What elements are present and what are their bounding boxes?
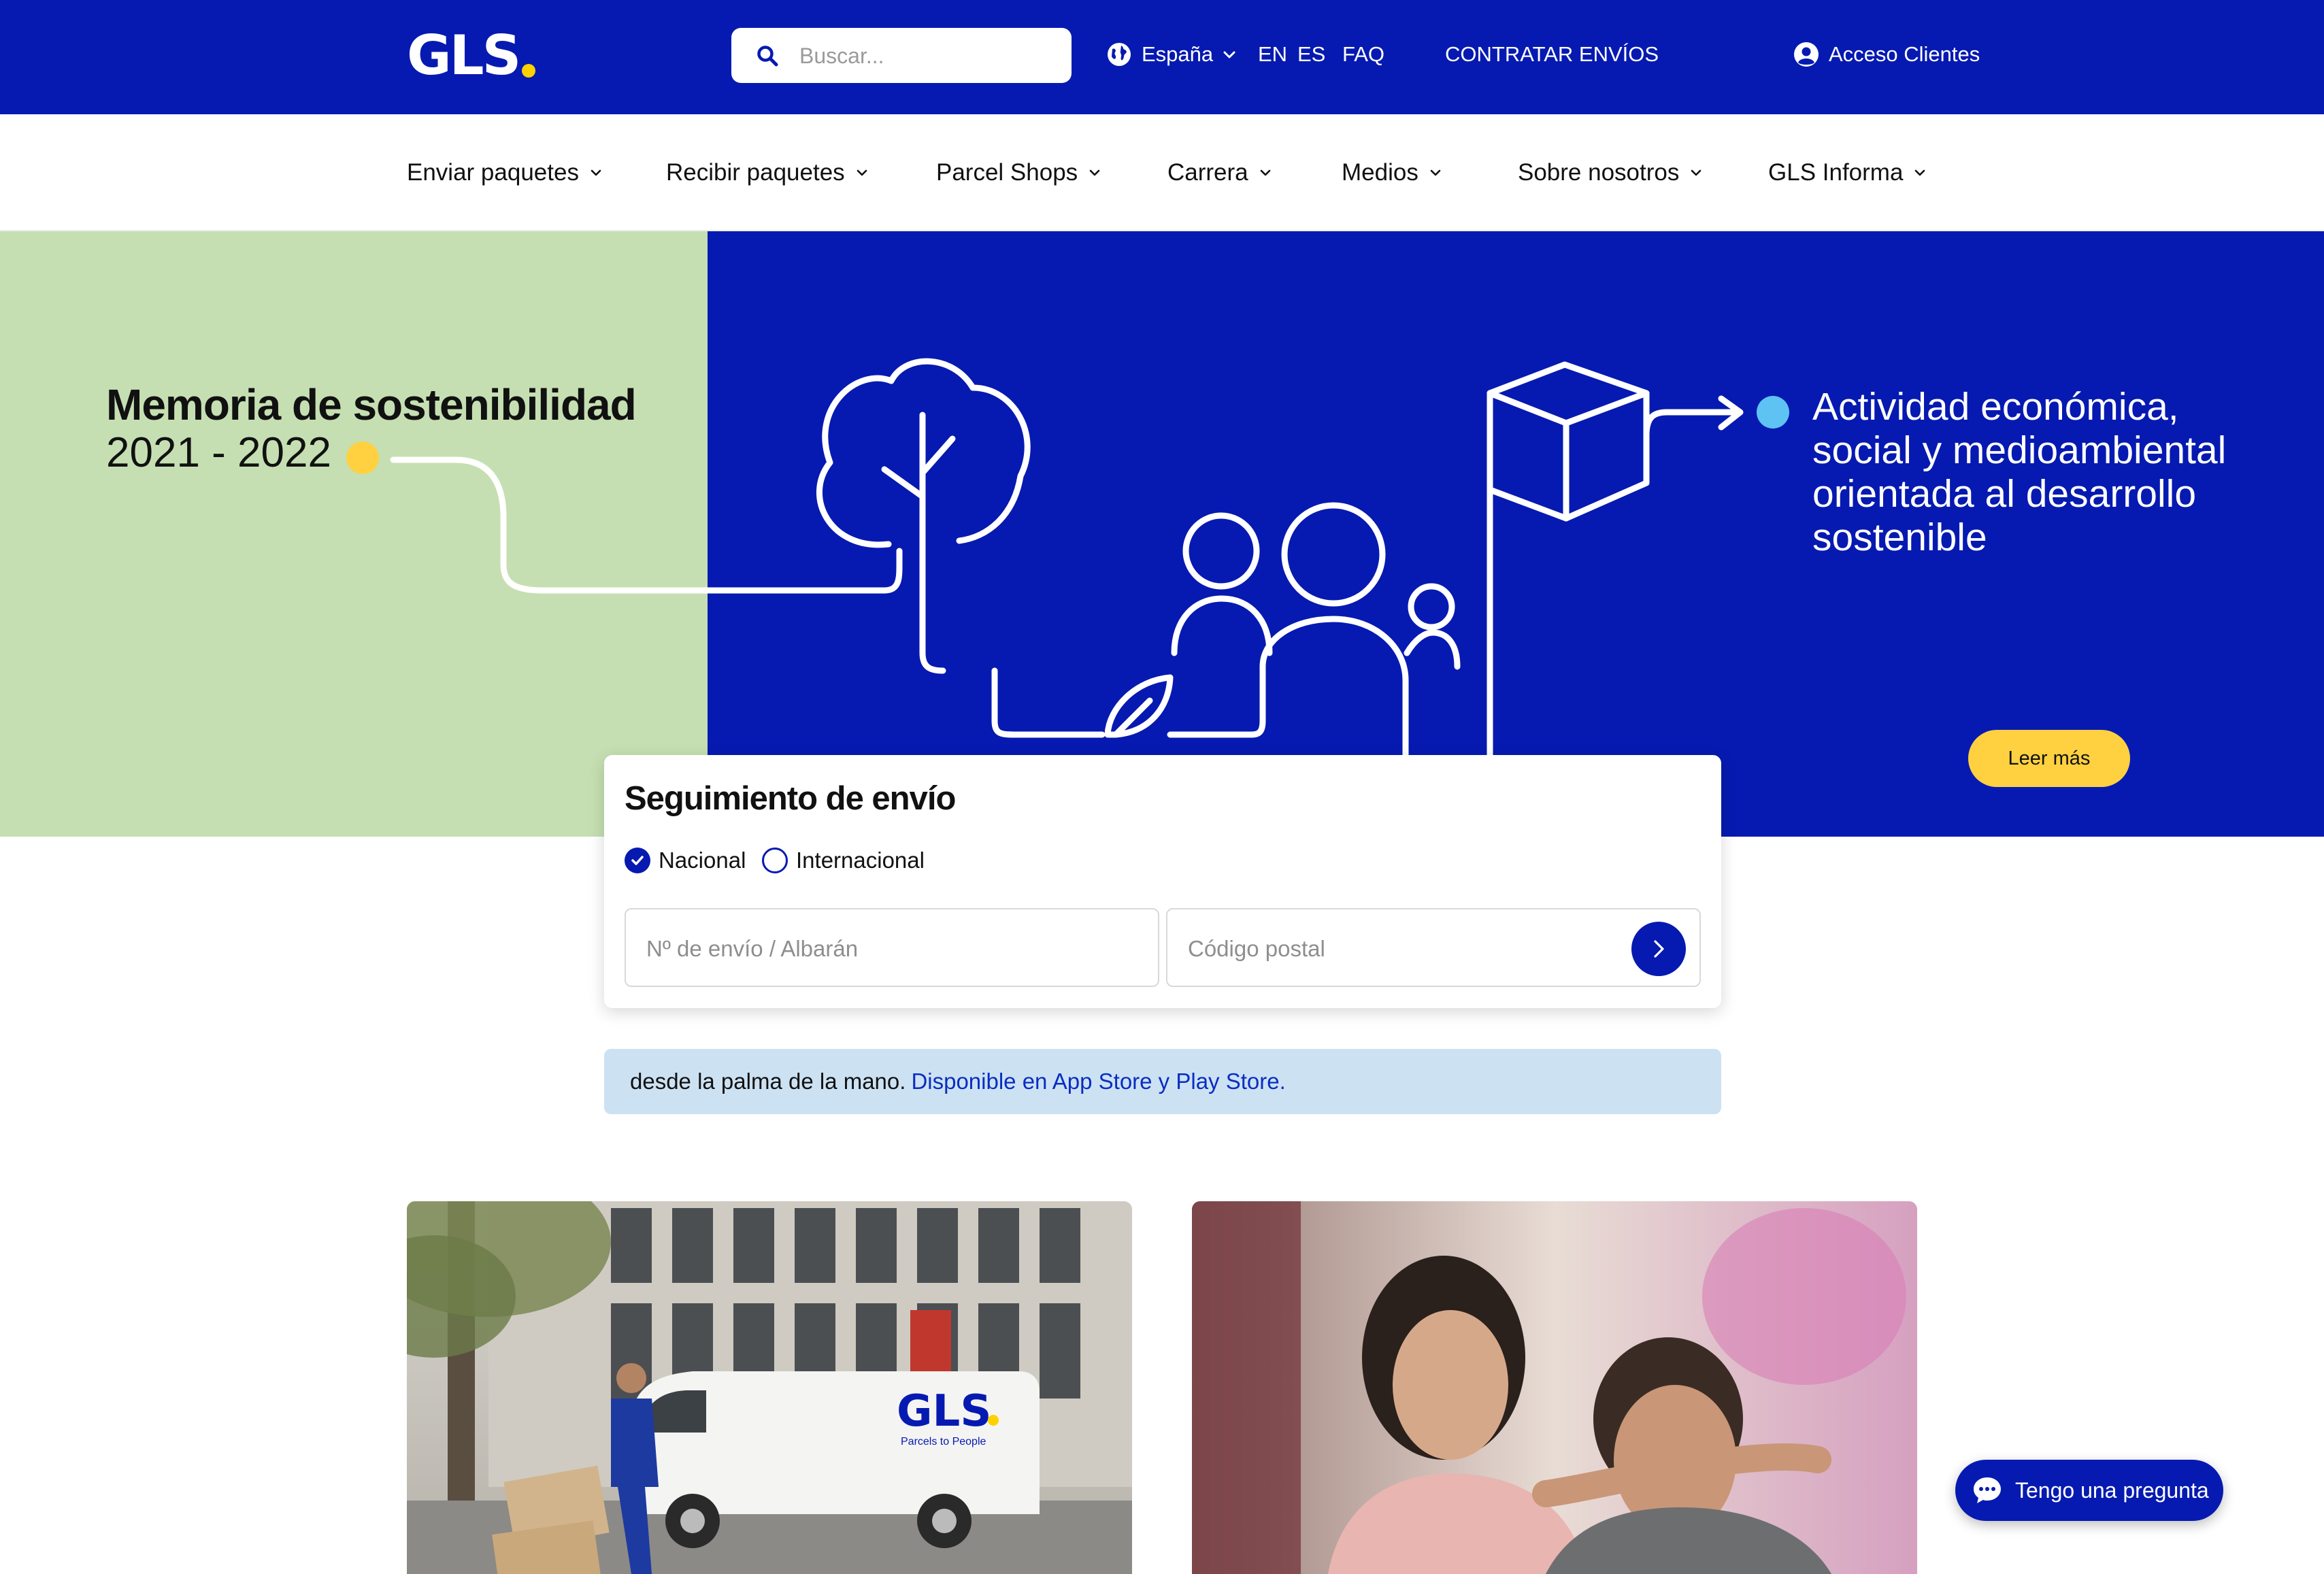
nav-medios[interactable]: Medios xyxy=(1342,154,1443,192)
leer-mas-button[interactable]: Leer más xyxy=(1968,730,2130,787)
nav-label: Recibir paquetes xyxy=(666,159,845,186)
nav-carrera[interactable]: Carrera xyxy=(1167,154,1273,192)
gls-logo[interactable]: GLS xyxy=(407,24,536,87)
lang-en[interactable]: EN xyxy=(1258,35,1287,73)
faq-label: FAQ xyxy=(1342,42,1385,66)
lang-en-label: EN xyxy=(1258,42,1288,66)
main-nav: Enviar paquetes Recibir paquetes Parcel … xyxy=(0,114,2324,231)
chevron-down-icon xyxy=(1260,169,1270,176)
search-box[interactable] xyxy=(731,28,1072,83)
client-login-label: Acceso Clientes xyxy=(1829,42,1980,66)
radio-internacional-label: Internacional xyxy=(796,848,925,873)
radio-internacional[interactable]: Internacional xyxy=(762,848,925,873)
tracking-card: Seguimiento de envío Nacional Internacio… xyxy=(604,755,1721,1008)
postal-code-field[interactable] xyxy=(1166,908,1701,987)
chevron-down-icon xyxy=(1430,169,1441,176)
chevron-down-icon xyxy=(1089,169,1100,176)
lang-es[interactable]: ES xyxy=(1297,35,1325,73)
nav-label: GLS Informa xyxy=(1768,159,1904,186)
chevron-down-icon xyxy=(1223,51,1235,58)
chevron-down-icon xyxy=(1915,169,1925,176)
people-packing-image xyxy=(1192,1201,1917,1574)
shipment-number-input[interactable] xyxy=(646,928,1109,969)
checked-icon xyxy=(625,848,650,873)
van-brand-text: GLS xyxy=(897,1386,991,1437)
hero-tagline: Actividad económica, social y medioambie… xyxy=(1812,385,2227,559)
app-banner-text: desde la palma de la mano. xyxy=(630,1069,906,1094)
top-bar: GLS España EN ES FAQ CONTRATAR ENVÍOS xyxy=(0,0,2324,114)
unchecked-icon xyxy=(762,848,788,873)
contract-link[interactable]: CONTRATAR ENVÍOS xyxy=(1445,35,1659,73)
radio-nacional-label: Nacional xyxy=(659,848,746,873)
search-icon[interactable] xyxy=(756,44,779,67)
chevron-right-icon xyxy=(1654,940,1664,958)
search-input[interactable] xyxy=(799,39,1058,73)
hero-title: Memoria de sostenibilidad xyxy=(106,380,637,429)
nav-sobre-nosotros[interactable]: Sobre nosotros xyxy=(1518,154,1704,192)
hero-banner[interactable]: Memoria de sostenibilidad 2021 - 2022 Ac… xyxy=(0,231,2324,837)
chevron-down-icon xyxy=(857,169,867,176)
contract-label: CONTRATAR ENVÍOS xyxy=(1445,42,1659,66)
user-icon xyxy=(1794,42,1819,67)
chat-bubble-icon xyxy=(1974,1477,2001,1503)
card-delivery-photo[interactable]: GLS Parcels to People xyxy=(407,1201,1132,1574)
nav-parcel-shops[interactable]: Parcel Shops xyxy=(936,154,1102,192)
country-label: España xyxy=(1142,42,1214,66)
nav-label: Sobre nosotros xyxy=(1518,159,1680,186)
logo-dot xyxy=(522,64,536,78)
card-people-photo[interactable] xyxy=(1192,1201,1917,1574)
tracking-title: Seguimiento de envío xyxy=(625,780,956,817)
nav-enviar-paquetes[interactable]: Enviar paquetes xyxy=(407,154,603,192)
chevron-down-icon xyxy=(591,169,601,176)
logo-text: GLS xyxy=(407,24,521,87)
nav-label: Parcel Shops xyxy=(936,159,1078,186)
nav-label: Carrera xyxy=(1167,159,1248,186)
chevron-down-icon xyxy=(1691,169,1702,176)
app-store-link[interactable]: Disponible en App Store y Play Store. xyxy=(911,1069,1285,1094)
postal-code-input[interactable] xyxy=(1188,928,1596,969)
track-submit-button[interactable] xyxy=(1631,922,1686,976)
country-selector[interactable]: España xyxy=(1106,35,1238,73)
radio-nacional[interactable]: Nacional xyxy=(625,848,746,873)
nav-label: Medios xyxy=(1342,159,1418,186)
app-banner: desde la palma de la mano. Disponible en… xyxy=(604,1049,1721,1114)
faq-link[interactable]: FAQ xyxy=(1342,35,1384,73)
client-login-link[interactable]: Acceso Clientes xyxy=(1793,35,1980,73)
shipment-number-field[interactable] xyxy=(625,908,1159,987)
chat-label: Tengo una pregunta xyxy=(2015,1477,2209,1503)
lang-es-label: ES xyxy=(1297,42,1326,66)
nav-label: Enviar paquetes xyxy=(407,159,579,186)
van-slogan-text: Parcels to People xyxy=(901,1436,986,1447)
delivery-van-image: GLS Parcels to People xyxy=(407,1201,1132,1574)
hero-years: 2021 - 2022 xyxy=(106,429,331,476)
nav-recibir-paquetes[interactable]: Recibir paquetes xyxy=(666,154,869,192)
chat-button[interactable]: Tengo una pregunta xyxy=(1955,1460,2223,1521)
nav-gls-informa[interactable]: GLS Informa xyxy=(1768,154,1927,192)
globe-icon xyxy=(1108,43,1131,66)
